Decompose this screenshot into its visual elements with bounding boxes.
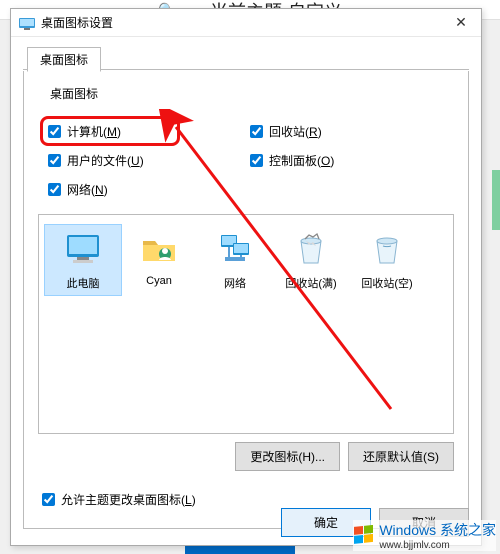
icon-this-pc[interactable]: 此电脑 [45, 225, 121, 295]
checkbox-network-label: 网络(N) [67, 181, 108, 198]
checkbox-recycle-label: 回收站(R) [269, 123, 322, 140]
checkbox-computer-label: 计算机(M) [67, 123, 121, 140]
bg-accent-stripe [492, 170, 500, 230]
restore-default-button[interactable]: 还原默认值(S) [348, 442, 454, 471]
checkbox-recycle-bin[interactable]: 回收站(R) [246, 117, 448, 146]
checkbox-computer[interactable]: 计算机(M) [44, 117, 246, 146]
icon-network[interactable]: 网络 [197, 225, 273, 295]
windows-logo-icon [353, 525, 375, 547]
checkbox-allow-theme-input[interactable] [42, 493, 55, 506]
watermark-url: www.bjjmlv.com [379, 540, 496, 551]
checkbox-control-panel[interactable]: 控制面板(O) [246, 146, 448, 175]
watermark: Windows 系统之家 www.bjjmlv.com [353, 520, 496, 551]
recycle-full-icon [291, 229, 331, 269]
checkbox-recycle-input[interactable] [250, 125, 263, 138]
close-button[interactable]: ✕ [449, 14, 473, 31]
user-folder-icon [139, 229, 179, 269]
checkbox-user-files[interactable]: 用户的文件(U) [44, 146, 246, 175]
icon-recycle-empty-label: 回收站(空) [361, 275, 412, 291]
checkbox-computer-input[interactable] [48, 125, 61, 138]
desktop-icon-settings-dialog: 桌面图标设置 ✕ 桌面图标 桌面图标 计算机(M) [10, 8, 482, 546]
icon-network-label: 网络 [224, 275, 246, 291]
titlebar: 桌面图标设置 ✕ [11, 9, 481, 37]
checkbox-control-label: 控制面板(O) [269, 152, 334, 169]
checkbox-userfiles-label: 用户的文件(U) [67, 152, 144, 169]
icon-preview-panel: 此电脑 Cyan 网络 [38, 214, 454, 434]
checkbox-network-input[interactable] [48, 183, 61, 196]
tab-page: 桌面图标 计算机(M) 回收站(R) [23, 71, 469, 529]
monitor-icon [63, 229, 103, 269]
icon-user-folder-label: Cyan [146, 275, 172, 287]
desktop-icon-checkboxes: 计算机(M) 回收站(R) 用户的文件(U) [38, 111, 454, 206]
recycle-empty-icon [367, 229, 407, 269]
checkbox-control-input[interactable] [250, 154, 263, 167]
tab-desktop-icons[interactable]: 桌面图标 [27, 47, 101, 72]
checkbox-allow-theme-label: 允许主题更改桌面图标(L) [61, 491, 196, 508]
icon-this-pc-label: 此电脑 [67, 275, 100, 291]
dialog-title: 桌面图标设置 [41, 14, 449, 31]
icon-user-folder[interactable]: Cyan [121, 225, 197, 291]
icon-recycle-empty[interactable]: 回收站(空) [349, 225, 425, 295]
watermark-title: Windows 系统之家 [379, 520, 496, 540]
tabstrip: 桌面图标 [23, 47, 469, 71]
icon-recycle-full-label: 回收站(满) [285, 275, 336, 291]
checkbox-userfiles-input[interactable] [48, 154, 61, 167]
dialog-app-icon [19, 16, 35, 30]
change-icon-button[interactable]: 更改图标(H)... [235, 442, 340, 471]
network-icon [215, 229, 255, 269]
group-label-desktop-icons: 桌面图标 [50, 87, 98, 101]
checkbox-network[interactable]: 网络(N) [44, 175, 246, 204]
icon-recycle-full[interactable]: 回收站(满) [273, 225, 349, 295]
